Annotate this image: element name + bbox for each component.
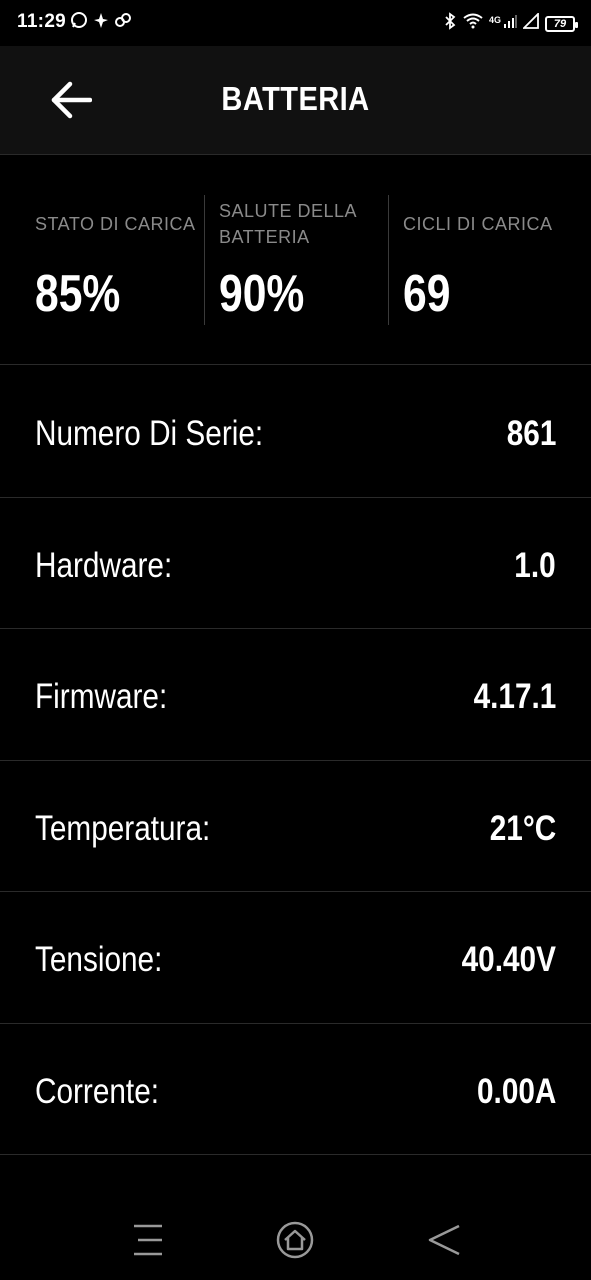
info-row-current: Corrente: 0.00A [0,1024,591,1155]
home-icon [276,1221,314,1259]
signal-icon-2 [521,11,539,34]
info-label: Corrente: [35,1071,160,1111]
info-value: 1.0 [514,545,556,585]
battery-stats: STATO DI CARICA 85% SALUTE DELLA BATTERI… [0,156,591,365]
info-label: Temperatura: [35,808,211,848]
battery-icon: 79 [545,15,578,32]
stat-value: 85% [35,265,121,323]
notification-icon [92,11,110,29]
status-system-icons: 4G 79 [443,11,578,35]
back-icon [428,1224,460,1256]
info-label: Firmware: [35,677,168,716]
page-title: BATTERIA [221,80,370,117]
info-row-hardware: Hardware: 1.0 [0,498,591,629]
nav-back-button[interactable] [424,1220,464,1260]
info-value: 21°C [489,808,556,848]
nav-home-button[interactable] [275,1220,315,1260]
link-icon [114,11,132,29]
stat-battery-health: SALUTE DELLA BATTERIA 90% [219,156,379,365]
wifi-icon [463,13,483,34]
info-row-firmware: Firmware: 4.17.1 [0,629,591,761]
status-time: 11:29 [17,11,67,32]
info-row-temperature: Temperatura: 21°C [0,761,591,892]
network-label: 4G [488,14,501,25]
stat-divider [204,195,205,325]
info-value: 861 [506,414,556,453]
stat-label: CICLI DI CARICA [403,214,553,234]
stat-value: 69 [403,265,451,323]
info-value: 40.40V [461,940,556,979]
bluetooth-icon [443,12,457,35]
battery-info-list: Numero Di Serie: 861 Hardware: 1.0 Firmw… [0,366,591,1155]
info-row-voltage: Tensione: 40.40V [0,892,591,1024]
nav-menu-button[interactable] [128,1220,168,1260]
whatsapp-icon [70,11,88,29]
signal-icon [503,13,517,34]
info-row-serial-number: Numero Di Serie: 861 [0,366,591,498]
info-value: 0.00A [476,1071,556,1111]
info-label: Numero Di Serie: [35,414,264,453]
system-nav-bar [0,1200,591,1280]
status-notification-icons [70,11,132,29]
info-value: 4.17.1 [473,677,556,716]
stat-label: SALUTE DELLA BATTERIA [219,201,357,247]
info-label: Tensione: [35,940,163,979]
status-bar: 11:29 4G 79 [0,0,591,46]
stat-charge-cycles: CICLI DI CARICA 69 [403,156,573,365]
stat-value: 90% [219,265,305,323]
stat-charge-state: STATO DI CARICA 85% [35,156,205,365]
stat-divider [388,195,389,325]
stat-label: STATO DI CARICA [35,214,196,234]
app-header: BATTERIA [0,46,591,155]
menu-icon [134,1224,162,1256]
info-label: Hardware: [35,545,173,585]
